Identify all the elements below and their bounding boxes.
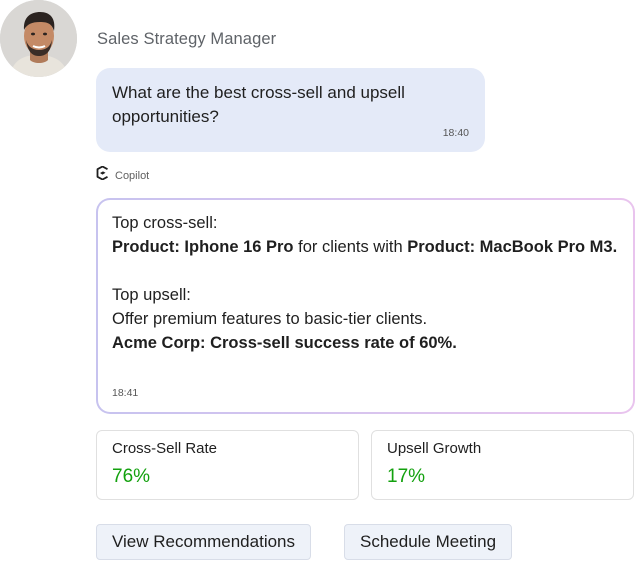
- copilot-message-text: Top cross-sell: Product: Iphone 16 Pro f…: [112, 211, 619, 355]
- success-rate-line: Acme Corp: Cross-sell success rate of 60…: [112, 331, 619, 355]
- copilot-label: Copilot: [115, 169, 150, 182]
- metric-label: Upsell Growth: [387, 440, 482, 457]
- user-message-text: What are the best cross-sell and upsell …: [112, 83, 405, 126]
- cross-sell-product-a: Product: Iphone 16 Pro: [112, 238, 294, 256]
- metric-card-cross-sell: Cross-Sell Rate 76%: [96, 430, 359, 500]
- view-recommendations-button[interactable]: View Recommendations: [96, 524, 311, 560]
- user-message-bubble: What are the best cross-sell and upsell …: [96, 68, 485, 152]
- sender-name: Sales Strategy Manager: [97, 30, 277, 48]
- metric-card-upsell: Upsell Growth 17%: [371, 430, 634, 500]
- metric-label: Cross-Sell Rate: [112, 440, 218, 457]
- copilot-message-bubble: Top cross-sell: Product: Iphone 16 Pro f…: [96, 198, 635, 414]
- cross-sell-detail: Product: Iphone 16 Pro for clients with …: [112, 235, 619, 259]
- success-rate-text: Acme Corp: Cross-sell success rate of 60…: [112, 334, 457, 352]
- metric-value: 17%: [387, 466, 426, 487]
- metric-value: 76%: [112, 466, 151, 487]
- cross-sell-connector: for clients with: [293, 238, 408, 256]
- cross-sell-product-b: Product: MacBook Pro M3.: [407, 238, 618, 256]
- avatar-image: [0, 0, 77, 77]
- copilot-logo-icon: [96, 165, 109, 185]
- upsell-detail: Offer premium features to basic-tier cli…: [112, 310, 428, 328]
- copilot-message-time: 18:41: [112, 387, 139, 399]
- avatar: [0, 0, 77, 77]
- cross-sell-heading: Top cross-sell:: [112, 214, 218, 232]
- user-message-time: 18:40: [442, 127, 469, 139]
- copilot-label-row: Copilot: [96, 165, 150, 185]
- upsell-heading: Top upsell:: [112, 286, 191, 304]
- schedule-meeting-button[interactable]: Schedule Meeting: [344, 524, 513, 560]
- copilot-message-body: Top cross-sell: Product: Iphone 16 Pro f…: [98, 200, 633, 412]
